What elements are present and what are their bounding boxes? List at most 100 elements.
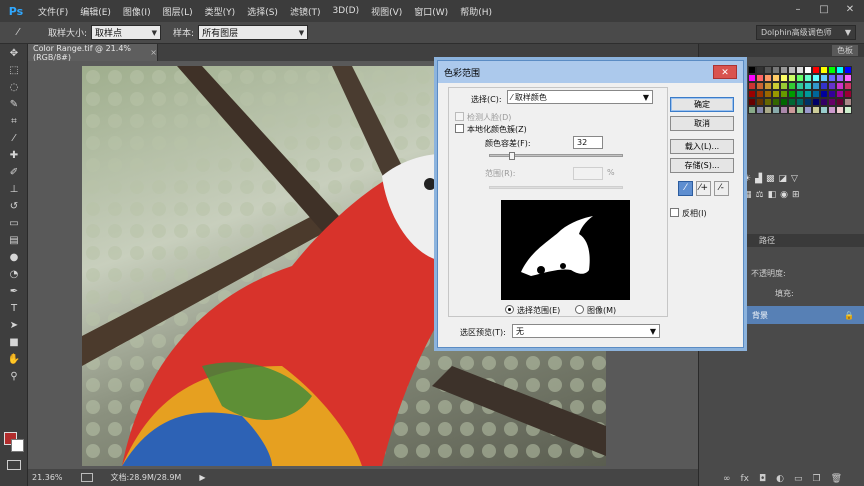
document-tab[interactable]: Color Range.tif @ 21.4%(RGB/8#) × xyxy=(28,44,158,62)
radio-selection[interactable] xyxy=(505,305,514,314)
range-input[interactable] xyxy=(573,167,603,180)
color-swatch[interactable] xyxy=(772,74,780,82)
color-swatch[interactable] xyxy=(836,74,844,82)
status-arrow-icon[interactable]: ▶ xyxy=(199,473,205,482)
selection-preview-select[interactable]: 无 ▼ xyxy=(512,324,660,338)
quick-mask-icon[interactable] xyxy=(7,460,21,470)
color-swatch[interactable] xyxy=(812,66,820,74)
trash-icon[interactable]: 🗑 xyxy=(831,474,842,484)
invert-checkbox[interactable] xyxy=(670,208,679,217)
minimize-button[interactable]: – xyxy=(788,2,808,18)
dodge-icon[interactable]: ◔ xyxy=(4,267,24,282)
color-swatch[interactable] xyxy=(772,82,780,90)
fuzziness-slider-thumb[interactable] xyxy=(508,152,515,160)
photo-filter-icon[interactable]: ◉ xyxy=(780,190,788,200)
color-swatch[interactable] xyxy=(764,90,772,98)
color-swatch[interactable] xyxy=(780,82,788,90)
color-swatch[interactable] xyxy=(748,66,756,74)
eyedropper-subtract-icon[interactable]: ⁄- xyxy=(714,181,729,196)
color-swatch[interactable] xyxy=(812,98,820,106)
menu-3d[interactable]: 3D(D) xyxy=(326,6,365,16)
color-swatch[interactable] xyxy=(820,98,828,106)
color-swatch[interactable] xyxy=(796,106,804,114)
path-select-icon[interactable]: ➤ xyxy=(4,318,24,333)
color-swatch[interactable] xyxy=(780,98,788,106)
eyedropper-icon[interactable]: ⁄ xyxy=(4,131,24,146)
menu-help[interactable]: 帮助(H) xyxy=(454,5,498,18)
dialog-title-bar[interactable]: 色彩范围 xyxy=(438,61,743,83)
color-swatch[interactable] xyxy=(804,82,812,90)
hand-icon[interactable]: ✋ xyxy=(4,352,24,367)
menu-view[interactable]: 视图(V) xyxy=(365,5,408,18)
eyedropper-icon[interactable]: ⁄ xyxy=(8,25,28,40)
color-swatch[interactable] xyxy=(796,98,804,106)
close-tab-icon[interactable]: × xyxy=(150,48,157,57)
color-swatch[interactable] xyxy=(844,82,852,90)
zoom-level[interactable]: 21.36% xyxy=(32,473,63,482)
ok-button[interactable]: 确定 xyxy=(670,97,734,112)
color-swatch[interactable] xyxy=(788,74,796,82)
color-swatch[interactable] xyxy=(804,90,812,98)
color-swatch[interactable] xyxy=(820,82,828,90)
localized-clusters-checkbox[interactable] xyxy=(455,124,464,133)
exposure-icon[interactable]: ◪ xyxy=(779,174,788,184)
menu-select[interactable]: 选择(S) xyxy=(241,5,284,18)
layer-background-row[interactable]: 背景 🔒 xyxy=(742,306,864,324)
color-swatch[interactable] xyxy=(820,106,828,114)
color-swatch[interactable] xyxy=(844,98,852,106)
color-swatch[interactable] xyxy=(772,90,780,98)
radio-image[interactable] xyxy=(575,305,584,314)
menu-layer[interactable]: 图层(L) xyxy=(157,5,199,18)
balance-icon[interactable]: ⚖ xyxy=(756,190,764,200)
menu-edit[interactable]: 编辑(E) xyxy=(74,5,117,18)
dialog-close-button[interactable]: ✕ xyxy=(713,65,737,79)
color-swatch[interactable] xyxy=(756,106,764,114)
gradient-icon[interactable]: ▤ xyxy=(4,233,24,248)
maximize-button[interactable]: □ xyxy=(814,2,834,18)
color-swatch[interactable] xyxy=(804,98,812,106)
color-swatch[interactable] xyxy=(828,82,836,90)
bw-icon[interactable]: ◧ xyxy=(768,190,777,200)
menu-file[interactable]: 文件(F) xyxy=(32,5,74,18)
color-swatch[interactable] xyxy=(836,98,844,106)
color-swatch[interactable] xyxy=(836,66,844,74)
menu-filter[interactable]: 滤镜(T) xyxy=(284,5,327,18)
marquee-icon[interactable]: ⬚ xyxy=(4,63,24,78)
color-swatch[interactable] xyxy=(788,66,796,74)
color-swatch[interactable] xyxy=(756,90,764,98)
color-swatch[interactable] xyxy=(804,106,812,114)
color-swatch[interactable] xyxy=(788,98,796,106)
sample-select[interactable]: 所有图层 ▼ xyxy=(198,25,309,40)
color-swatch[interactable] xyxy=(764,98,772,106)
color-swatch[interactable] xyxy=(780,90,788,98)
healing-icon[interactable]: ✚ xyxy=(4,148,24,163)
color-swatch[interactable] xyxy=(796,90,804,98)
color-swatch[interactable] xyxy=(804,66,812,74)
color-swatch[interactable] xyxy=(748,74,756,82)
color-swatch[interactable] xyxy=(764,66,772,74)
lasso-icon[interactable]: ◌ xyxy=(4,80,24,95)
quick-select-icon[interactable]: ✎ xyxy=(4,97,24,112)
detect-faces-checkbox[interactable] xyxy=(455,112,464,121)
color-swatch[interactable] xyxy=(812,106,820,114)
range-slider[interactable] xyxy=(489,186,623,189)
color-swatch[interactable] xyxy=(764,74,772,82)
curves-icon[interactable]: ▩ xyxy=(766,174,775,184)
color-swatch[interactable] xyxy=(820,74,828,82)
eraser-icon[interactable]: ▭ xyxy=(4,216,24,231)
color-swatch[interactable] xyxy=(796,66,804,74)
background-color-swatch[interactable] xyxy=(11,439,24,452)
color-swatch[interactable] xyxy=(756,66,764,74)
fx-icon[interactable]: fx xyxy=(741,474,750,484)
levels-icon[interactable]: ▟ xyxy=(755,174,762,184)
color-swatch[interactable] xyxy=(844,90,852,98)
color-swatch[interactable] xyxy=(756,82,764,90)
color-swatch[interactable] xyxy=(764,106,772,114)
mixer-icon[interactable]: ⊞ xyxy=(792,190,800,200)
color-swatch[interactable] xyxy=(828,90,836,98)
color-swatch[interactable] xyxy=(828,66,836,74)
color-swatch[interactable] xyxy=(836,90,844,98)
color-swatch[interactable] xyxy=(796,74,804,82)
color-swatch[interactable] xyxy=(796,82,804,90)
color-swatch[interactable] xyxy=(844,74,852,82)
